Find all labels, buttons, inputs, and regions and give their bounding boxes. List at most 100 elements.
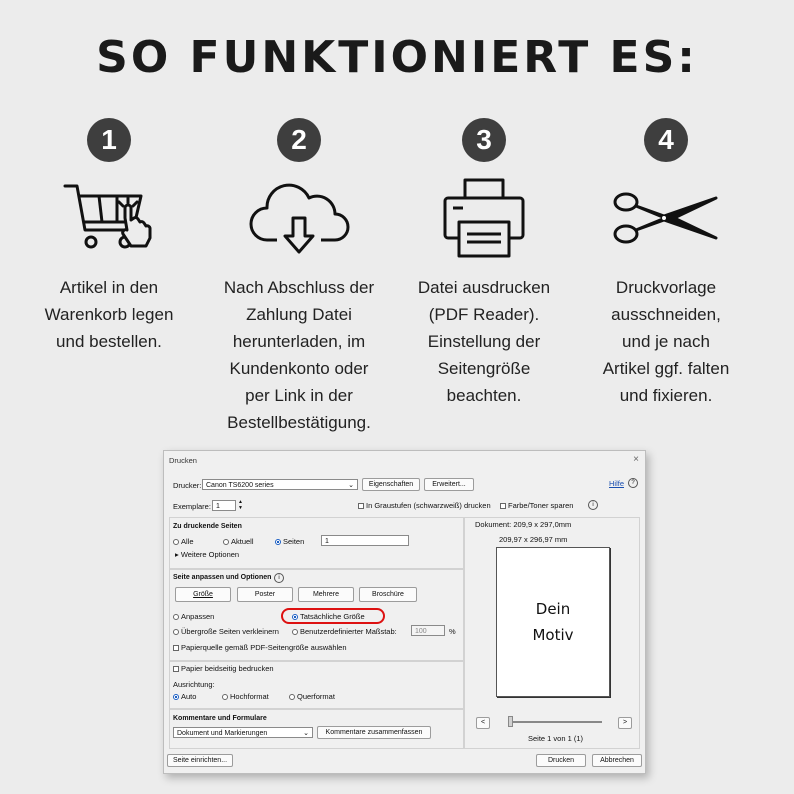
printer-value: Canon TS6200 series [206,482,274,489]
option-label: Benutzerdefinierter Maßstab: [300,627,397,636]
poster-button[interactable]: Poster [237,587,293,602]
summarize-comments-button[interactable]: Kommentare zusammenfassen [317,726,431,739]
properties-button[interactable]: Eigenschaften [362,478,420,491]
radio[interactable] [173,614,179,620]
comments-header: Kommentare und Formulare [173,715,267,722]
save-ink-label: Farbe/Toner sparen [508,501,574,510]
step-description: Artikel in den Warenkorb legen und beste… [44,278,174,351]
more-options-label: Weitere Optionen [180,550,240,559]
printer-label: Drucker: [173,481,202,490]
copies-label: Exemplare: [173,502,211,511]
help-link[interactable]: Hilfe [609,479,624,488]
advanced-button[interactable]: Erweitert... [424,478,474,491]
radio[interactable] [292,629,298,635]
step-1: 1 Artikel in den Warenkorb legen und bes… [20,118,198,436]
paper-source-option[interactable]: Papierquelle gemäß PDF-Seitengröße auswä… [173,643,347,652]
step-4: 4 Druckvorlage ausschneiden, und je nach… [568,118,764,436]
step-number-badge: 1 [87,118,131,162]
radio[interactable] [173,539,179,545]
radio[interactable] [289,694,295,700]
page-preview: Dein Motiv [496,547,610,697]
copies-field[interactable]: 1 [212,500,236,511]
close-icon[interactable]: × [633,454,639,465]
option-label: Papier beidseitig bedrucken [181,664,274,673]
radio[interactable] [275,539,281,545]
booklet-button[interactable]: Broschüre [359,587,417,602]
page-slider-handle[interactable] [508,716,513,727]
chevron-down-icon: ⌄ [303,730,309,737]
print-button[interactable]: Drucken [536,754,586,767]
grayscale-checkbox[interactable] [358,503,364,509]
document-size: Dokument: 209,9 x 297,0mm [475,520,572,529]
pages-range-option[interactable]: Seiten [275,537,304,546]
steps-row: 1 Artikel in den Warenkorb legen und bes… [20,118,774,436]
preview-text: Motiv [532,626,574,644]
radio[interactable] [223,539,229,545]
radio[interactable] [173,694,179,700]
fit-option[interactable]: Anpassen [173,612,214,621]
more-options-toggle[interactable]: ▸ Weitere Optionen [175,550,239,559]
info-icon[interactable]: i [274,573,284,583]
multiple-button[interactable]: Mehrere [298,587,354,602]
next-page-button[interactable]: > [618,717,632,729]
copies-stepper[interactable]: ▲ ▼ [238,499,243,511]
printer-icon [429,176,539,260]
option-label: Übergroße Seiten verkleinern [181,627,279,636]
info-icon[interactable]: i [588,500,598,510]
radio[interactable] [292,614,298,620]
step-description: Druckvorlage ausschneiden, und je nach A… [602,278,730,405]
comments-select[interactable]: Dokument und Markierungen ⌄ [173,727,313,738]
page-indicator: Seite 1 von 1 (1) [528,734,584,743]
step-description: Datei ausdrucken (PDF Reader). Einstellu… [417,278,551,405]
grayscale-option[interactable]: In Graustufen (schwarzweiß) drucken [358,501,491,510]
pages-current-option[interactable]: Aktuell [223,537,254,546]
page-size: 209,97 x 296,97 mm [499,535,568,544]
duplex-option[interactable]: Papier beidseitig bedrucken [173,664,274,673]
radio[interactable] [222,694,228,700]
preview-text: Dein [535,600,571,618]
save-ink-option[interactable]: Farbe/Toner sparen [500,501,573,510]
option-label: Alle [181,537,194,546]
option-label: Querformat [297,692,335,701]
cancel-button[interactable]: Abbrechen [592,754,642,767]
pages-range-input[interactable]: 1 [321,535,409,546]
shrink-option[interactable]: Übergroße Seiten verkleinern [173,627,279,636]
step-2: 2 Nach Abschluss der Zahlung Datei herun… [198,118,400,436]
checkbox[interactable] [173,666,179,672]
checkbox[interactable] [173,645,179,651]
size-button[interactable]: Größe [175,587,231,602]
step-number-badge: 2 [277,118,321,162]
step-number-badge: 3 [462,118,506,162]
option-label: Aktuell [231,537,254,546]
radio[interactable] [173,629,179,635]
option-label: Seiten [283,537,305,546]
chevron-down-icon: ⌄ [348,482,354,489]
option-label: Papierquelle gemäß PDF-Seitengröße auswä… [181,643,347,652]
custom-scale-option[interactable]: Benutzerdefinierter Maßstab: [292,627,397,636]
shopping-cart-icon [54,176,164,260]
actual-size-option[interactable]: Tatsächliche Größe [292,612,365,621]
grayscale-label: In Graustufen (schwarzweiß) drucken [366,501,491,510]
page-slider-track[interactable] [508,721,602,723]
orient-landscape-option[interactable]: Querformat [289,692,335,701]
dialog-title: Drucken [169,456,197,465]
orient-portrait-option[interactable]: Hochformat [222,692,269,701]
option-label: Tatsächliche Größe [300,612,365,621]
scale-input[interactable]: 100 [411,625,445,636]
help-icon[interactable]: ? [628,478,638,488]
option-label: Auto [181,692,197,701]
scissors-icon [611,176,721,260]
page-setup-button[interactable]: Seite einrichten... [167,754,233,767]
step-3: 3 Datei ausdrucken (PDF Reader). Einstel… [400,118,568,436]
option-label: Hochformat [230,692,269,701]
page-title: SO FUNKTIONIERT ES: [96,32,698,83]
save-ink-checkbox[interactable] [500,503,506,509]
printer-select[interactable]: Canon TS6200 series ⌄ [202,479,358,490]
comments-value: Dokument und Markierungen [177,730,268,737]
prev-page-button[interactable]: < [476,717,490,729]
fit-header: Seite anpassen und Optionen [173,574,272,581]
pages-all-option[interactable]: Alle [173,537,194,546]
orient-auto-option[interactable]: Auto [173,692,196,701]
option-label: Anpassen [181,612,215,621]
orientation-label: Ausrichtung: [173,680,215,689]
